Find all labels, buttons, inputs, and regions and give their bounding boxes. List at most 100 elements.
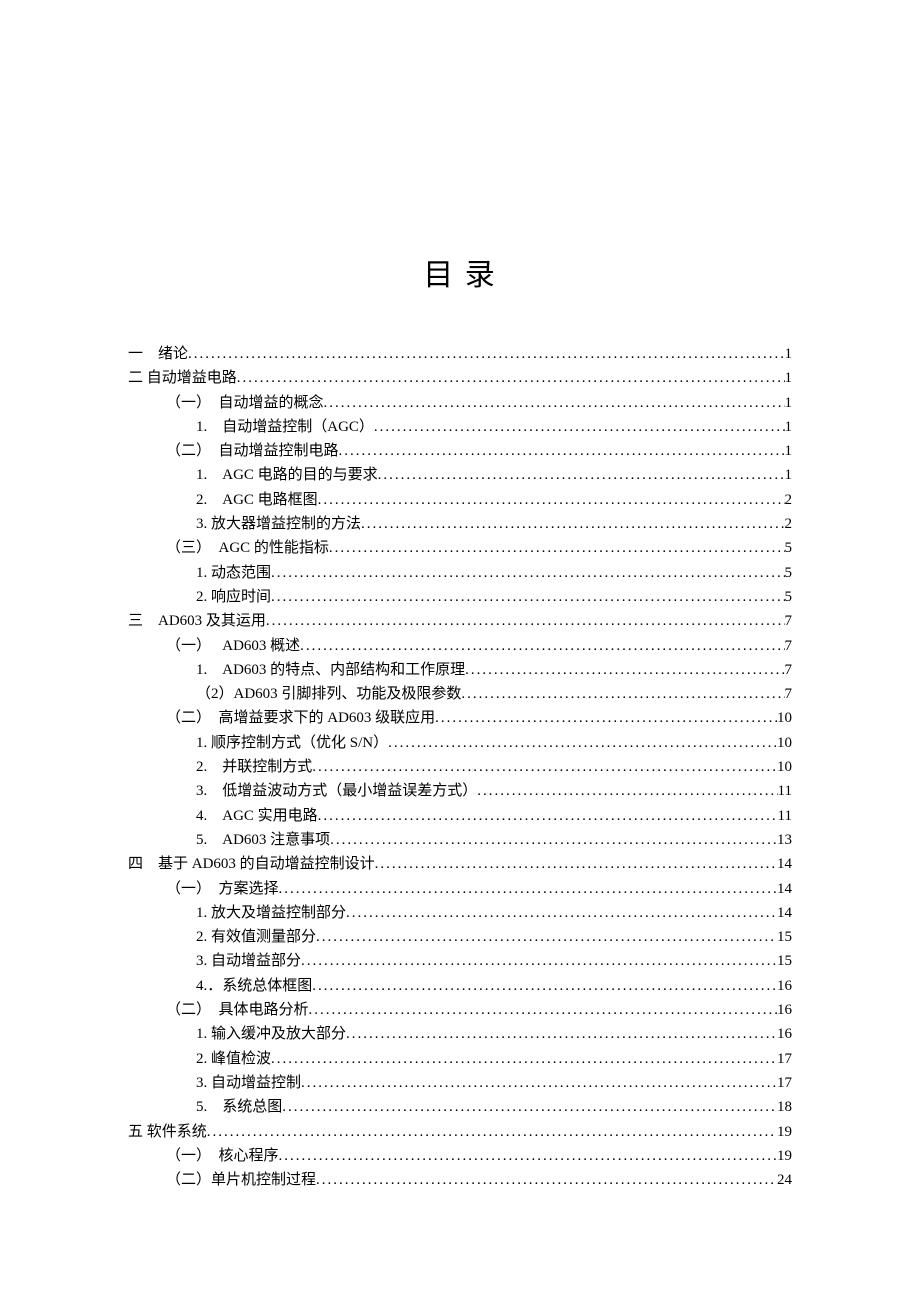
toc-entry-page: 5 [785,585,793,609]
toc-entry-label: 3. 自动增益控制 [196,1071,301,1095]
toc-leader-dots [318,488,785,512]
toc-entry-page: 19 [777,1144,792,1168]
toc-entry-page: 10 [777,706,792,730]
toc-entry-page: 18 [777,1095,792,1119]
toc-entry: 1. 自动增益控制（AGC） 1 [128,415,792,439]
toc-entry-label: 2. AGC 电路框图 [196,488,318,512]
toc-entry-page: 17 [777,1071,792,1095]
toc-entry-label: 2. 有效值测量部分 [196,925,316,949]
toc-entry: 1. 顺序控制方式（优化 S/N）10 [128,731,792,755]
toc-entry-page: 15 [777,949,792,973]
toc-entry-page: 7 [785,658,793,682]
toc-entry-label: 五 软件系统 [128,1120,207,1144]
toc-entry-page: 24 [777,1168,792,1192]
toc-entry-page: 16 [777,974,792,998]
toc-leader-dots [188,342,784,366]
toc-entry-label: （二） 高增益要求下的 AD603 级联应用 [166,706,435,730]
toc-entry-page: 7 [785,682,793,706]
toc-entry-page: 1 [785,463,793,487]
toc-entry: （二） 自动增益控制电路 1 [128,439,792,463]
toc-entry-page: 5 [785,561,793,585]
toc-leader-dots [477,779,777,803]
toc-entry: 3. 自动增益部分 15 [128,949,792,973]
toc-entry: 2. 响应时间 5 [128,585,792,609]
toc-entry-label: 3. 放大器增益控制的方法 [196,512,361,536]
toc-entry-page: 14 [777,852,792,876]
toc-entry-page: 1 [785,415,793,439]
toc-leader-dots [301,949,777,973]
document-page: 目 录 一 绪论1二 自动增益电路1（一） 自动增益的概念11. 自动增益控制（… [0,0,920,1192]
toc-entry: （2）AD603 引脚排列、功能及极限参数 7 [128,682,792,706]
toc-entry-page: 10 [777,755,792,779]
toc-entry: 2. 并联控制方式10 [128,755,792,779]
toc-entry: 五 软件系统 19 [128,1120,792,1144]
toc-entry-label: 三 AD603 及其运用 [128,609,266,633]
toc-entry-page: 1 [785,391,793,415]
toc-entry-page: 11 [778,779,792,803]
toc-entry: （一） 核心程序19 [128,1144,792,1168]
toc-title: 目 录 [128,250,792,294]
toc-entry-page: 7 [785,634,793,658]
toc-entry-label: 1. 顺序控制方式（优化 S/N） [196,731,388,755]
toc-entry: 2. AGC 电路框图2 [128,488,792,512]
toc-entry-page: 14 [777,901,792,925]
toc-leader-dots [279,877,777,901]
toc-entry: （一） AD603 概述 7 [128,634,792,658]
toc-leader-dots [329,536,785,560]
toc-leader-dots [435,706,777,730]
toc-leader-dots [330,828,777,852]
toc-leader-dots [339,439,785,463]
toc-leader-dots [300,634,784,658]
toc-entry: 4.．系统总体框图 16 [128,974,792,998]
toc-entry: 一 绪论1 [128,342,792,366]
toc-entry-label: 4.．系统总体框图 [196,974,312,998]
toc-entry: 4. AGC 实用电路11 [128,804,792,828]
toc-leader-dots [301,1071,777,1095]
toc-leader-dots [271,585,784,609]
toc-entry-page: 16 [777,998,792,1022]
toc-leader-dots [361,512,784,536]
toc-entry-page: 7 [785,609,793,633]
toc-leader-dots [316,925,777,949]
toc-entry-label: （二） 自动增益控制电路 [166,439,339,463]
toc-entry-label: 1. AD603 的特点、内部结构和工作原理 [196,658,465,682]
toc-leader-dots [375,852,777,876]
toc-leader-dots [318,804,778,828]
toc-leader-dots [279,1144,777,1168]
toc-leader-dots [465,658,784,682]
toc-entry: （二）单片机控制过程24 [128,1168,792,1192]
toc-entry-page: 13 [777,828,792,852]
toc-entry-page: 5 [785,536,793,560]
toc-entry-label: 2. 峰值检波 [196,1047,271,1071]
toc-entry: 3. 低增益波动方式（最小增益误差方式） 11 [128,779,792,803]
toc-entry-page: 1 [785,366,793,390]
toc-leader-dots [378,463,785,487]
toc-entry-label: 1. 自动增益控制（AGC） [196,415,374,439]
toc-entry-label: （二） 具体电路分析 [166,998,309,1022]
toc-entry-label: 5. 系统总图 [196,1095,282,1119]
toc-entry-page: 11 [778,804,792,828]
toc-entry-page: 1 [785,439,793,463]
toc-entry-label: （2）AD603 引脚排列、功能及极限参数 [196,682,461,706]
toc-entry-label: （一） AD603 概述 [166,634,300,658]
toc-leader-dots [312,974,777,998]
toc-leader-dots [282,1095,777,1119]
toc-entry-page: 19 [777,1120,792,1144]
toc-entry-label: 2. 响应时间 [196,585,271,609]
toc-entry: 3. 自动增益控制 17 [128,1071,792,1095]
toc-entry-page: 2 [785,512,793,536]
toc-entry-label: 二 自动增益电路 [128,366,237,390]
toc-entry: 1. AD603 的特点、内部结构和工作原理 7 [128,658,792,682]
toc-entry-label: 1. 放大及增益控制部分 [196,901,346,925]
toc-leader-dots [346,1022,777,1046]
toc-entry-label: 3. 低增益波动方式（最小增益误差方式） [196,779,477,803]
toc-leader-dots [237,366,785,390]
toc-entry-label: （一） 自动增益的概念 [166,391,324,415]
toc-entry: 1. 放大及增益控制部分 14 [128,901,792,925]
toc-leader-dots [207,1120,777,1144]
toc-entry: （三） AGC 的性能指标5 [128,536,792,560]
toc-leader-dots [309,998,777,1022]
toc-leader-dots [266,609,785,633]
toc-entry-label: 3. 自动增益部分 [196,949,301,973]
toc-leader-dots [324,391,785,415]
